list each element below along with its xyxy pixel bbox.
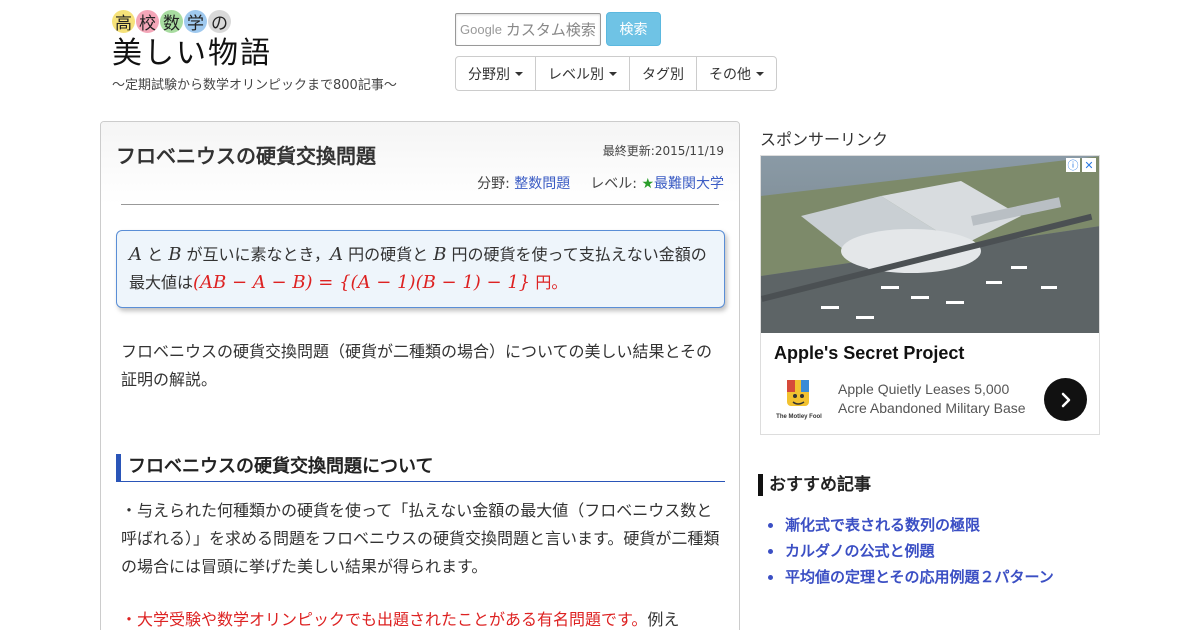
caret-down-icon	[609, 71, 617, 76]
motley-fool-logo-icon: The Motley Fool	[776, 380, 822, 420]
category-meta: 分野: 整数問題	[477, 173, 570, 193]
divider	[121, 204, 719, 205]
section-heading: フロベニウスの硬貨交換問題について	[116, 454, 725, 482]
recommended-link[interactable]: カルダノの公式と例題	[768, 538, 1054, 564]
nav-label: その他	[709, 66, 751, 83]
sponsored-ad[interactable]: ⓘ ✕ Apple's Secret Project The Motley Fo…	[760, 155, 1100, 435]
ad-close-icon[interactable]: ✕	[1082, 158, 1096, 172]
star-icon: ★	[641, 176, 654, 192]
nav-label: タグ別	[642, 66, 684, 83]
article-header: フロベニウスの硬貨交換問題 最終更新:2015/11/19 分野: 整数問題 レ…	[101, 122, 739, 205]
theorem-text: 円。	[530, 273, 568, 292]
math-var: A	[330, 244, 344, 265]
google-brand-label: Google	[460, 21, 502, 37]
article-panel: フロベニウスの硬貨交換問題 最終更新:2015/11/19 分野: 整数問題 レ…	[100, 121, 740, 630]
recommended-heading: おすすめ記事	[758, 474, 1098, 496]
theorem-text: が互いに素なとき，	[181, 245, 331, 264]
logo-char: 学	[184, 10, 207, 34]
category-nav: 分野別 レベル別 タグ別 その他	[455, 56, 777, 91]
math-var: B	[433, 244, 447, 265]
nav-other-dropdown[interactable]: その他	[697, 57, 776, 90]
math-var: A	[129, 244, 142, 265]
level-label: レベル:	[590, 176, 637, 192]
logo-char: 校	[136, 10, 159, 34]
theorem-text: と	[142, 245, 169, 264]
ad-title[interactable]: Apple's Secret Project	[774, 343, 964, 364]
site-tagline: ～定期試験から数学オリンピックまで800記事～	[112, 78, 397, 93]
ad-description[interactable]: Apple Quietly Leases 5,000 Acre Abandone…	[838, 380, 1038, 418]
sponsor-label: スポンサーリンク	[760, 130, 889, 149]
ad-next-button[interactable]	[1044, 378, 1087, 421]
nav-label: 分野別	[468, 66, 510, 83]
intro-paragraph: フロベニウスの硬貨交換問題（硬貨が二種類の場合）についての美しい結果とその証明の…	[121, 342, 713, 389]
nav-by-level-dropdown[interactable]: レベル別	[536, 57, 630, 90]
theorem-formula: (AB − A − B) = {(A − 1)(B − 1) − 1}	[193, 272, 531, 293]
body-paragraph: ・大学受験や数学オリンピックでも出題されたことがある有名問題です。例え	[121, 606, 721, 630]
search-button[interactable]: 検索	[606, 12, 661, 46]
ad-airport-aerial-image	[761, 156, 1099, 333]
chevron-right-icon	[1061, 392, 1070, 407]
logo-char: の	[208, 10, 231, 34]
recommended-link[interactable]: 漸化式で表される数列の極限	[768, 512, 1054, 538]
logo-chars: 高 校 数 学 の	[112, 10, 442, 34]
site-logo[interactable]: 高 校 数 学 の 美しい物語 ～定期試験から数学オリンピックまで800記事～	[112, 10, 442, 93]
highlight-text: ・大学受験や数学オリンピックでも出題されたことがある有名問題です。	[121, 610, 648, 629]
recommended-list: 漸化式で表される数列の極限 カルダノの公式と例題 平均値の定理とその応用例題２パ…	[768, 512, 1054, 590]
caret-down-icon	[756, 71, 764, 76]
recommended-link[interactable]: 平均値の定理とその応用例題２パターン	[768, 564, 1054, 590]
math-var: B	[168, 244, 182, 265]
caret-down-icon	[515, 71, 523, 76]
last-updated: 最終更新:2015/11/19	[602, 144, 724, 158]
ad-badge: ⓘ ✕	[1066, 158, 1096, 172]
nav-label: レベル別	[548, 66, 604, 83]
category-label: 分野:	[477, 176, 510, 192]
article-title: フロベニウスの硬貨交換問題	[116, 144, 376, 168]
search-input[interactable]: Google カスタム検索	[455, 12, 601, 46]
body-text: 例え	[647, 610, 680, 629]
article-meta: 分野: 整数問題 レベル: ★最難関大学	[477, 173, 724, 193]
site-search: Google カスタム検索 検索	[455, 12, 661, 46]
ad-info-icon[interactable]: ⓘ	[1066, 158, 1080, 172]
nav-by-tag-button[interactable]: タグ別	[630, 57, 697, 90]
category-link[interactable]: 整数問題	[514, 176, 570, 192]
logo-char: 高	[112, 10, 135, 34]
logo-title: 美しい物語	[112, 36, 272, 71]
theorem-box: A と B が互いに素なとき，A 円の硬貨と B 円の硬貨を使って支払えない金額…	[116, 230, 725, 308]
logo-char: 数	[160, 10, 183, 34]
nav-by-field-dropdown[interactable]: 分野別	[456, 57, 536, 90]
level-meta: レベル: ★最難関大学	[590, 173, 724, 193]
search-placeholder: カスタム検索	[505, 20, 596, 39]
level-link[interactable]: 最難関大学	[654, 176, 724, 192]
ad-logo-caption: The Motley Fool	[776, 414, 822, 420]
body-paragraph: ・与えられた何種類かの硬貨を使って「払えない金額の最大値（フロベニウス数と呼ばれ…	[121, 501, 720, 576]
theorem-text: 円の硬貨と	[343, 245, 434, 264]
